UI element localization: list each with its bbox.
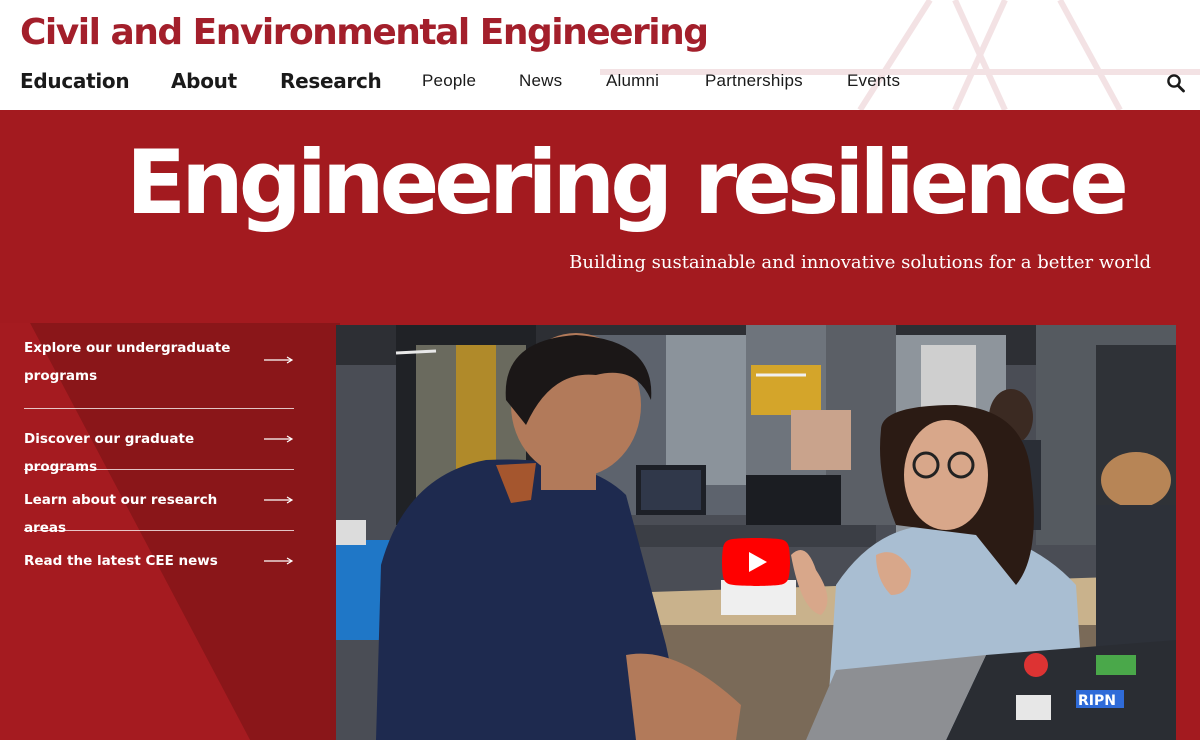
site-header: Civil and Environmental Engineering Educ… xyxy=(0,0,1200,110)
nav-people[interactable]: People xyxy=(422,64,476,98)
search-icon[interactable] xyxy=(1166,72,1186,94)
laptop-sticker-text: RIPN xyxy=(1078,693,1116,709)
arrow-right-icon xyxy=(264,435,294,443)
hero-video[interactable]: RIPN xyxy=(336,325,1176,740)
quick-links-list: Explore our undergraduate programs Disco… xyxy=(24,323,294,591)
nav-about[interactable]: About xyxy=(171,64,237,98)
nav-research[interactable]: Research xyxy=(280,64,382,98)
main-navigation: Education About Research People News Alu… xyxy=(0,64,1200,98)
hero-section: Engineering resilience Building sustaina… xyxy=(0,110,1200,740)
hero-subtitle: Building sustainable and innovative solu… xyxy=(569,252,1151,273)
hero-title: Engineering resilience xyxy=(126,131,1129,234)
quick-link-undergraduate[interactable]: Explore our undergraduate programs xyxy=(24,323,294,409)
arrow-right-icon xyxy=(264,496,294,504)
nav-education[interactable]: Education xyxy=(20,64,130,98)
arrow-right-icon xyxy=(264,557,294,565)
quick-link-label: Read the latest CEE news xyxy=(24,553,218,569)
play-icon[interactable] xyxy=(722,538,790,586)
video-thumbnail: RIPN xyxy=(336,325,1176,740)
arrow-right-icon xyxy=(264,356,294,364)
quick-link-graduate[interactable]: Discover our graduate programs xyxy=(24,409,294,475)
nav-news[interactable]: News xyxy=(519,64,562,98)
nav-alumni[interactable]: Alumni xyxy=(606,64,659,98)
nav-partnerships[interactable]: Partnerships xyxy=(705,64,803,98)
quick-link-news[interactable]: Read the latest CEE news xyxy=(24,531,294,591)
site-title[interactable]: Civil and Environmental Engineering xyxy=(20,10,709,56)
quick-link-label: Explore our undergraduate programs xyxy=(24,340,231,384)
quick-link-research[interactable]: Learn about our research areas xyxy=(24,470,294,536)
nav-events[interactable]: Events xyxy=(847,64,900,98)
